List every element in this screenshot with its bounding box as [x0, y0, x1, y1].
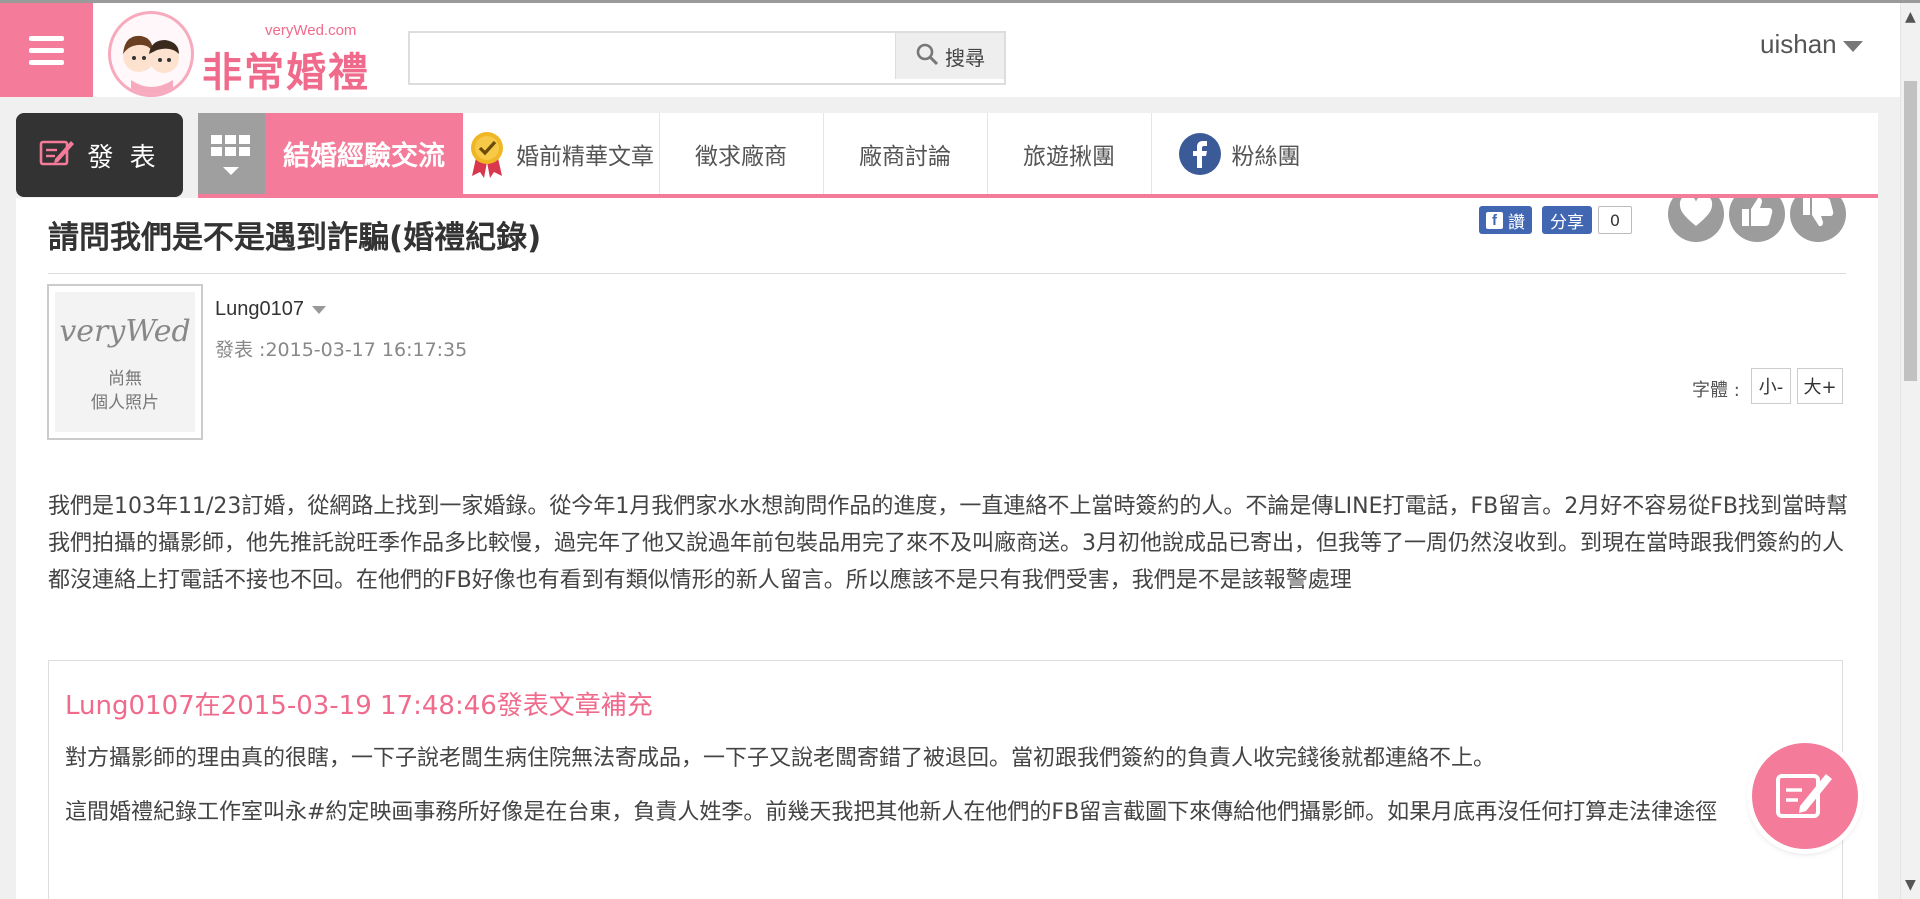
chevron-down-icon: [311, 305, 326, 314]
avatar-placeholder-text: 尚無 個人照片: [55, 367, 195, 415]
author-name: Lung0107: [215, 298, 304, 320]
thumbs-down-icon: [1801, 198, 1835, 233]
avatar-line: 尚無: [108, 369, 142, 389]
search-icon: [915, 42, 939, 71]
scrollbar-thumb[interactable]: [1904, 81, 1917, 381]
scroll-up-arrow-icon[interactable]: ▲: [1905, 9, 1916, 25]
avatar-logo-text: veryWed: [59, 314, 191, 349]
tab-label: 旅遊揪團: [1023, 143, 1115, 170]
new-post-button[interactable]: 發 表: [16, 113, 183, 197]
facebook-like-label: 讚: [1508, 212, 1525, 233]
post-body: 我們是103年11/23訂婚，從網路上找到一家婚錄。從今年1月我們家水水想詢問作…: [48, 494, 1848, 593]
avatar-line: 個人照片: [91, 393, 159, 413]
logo-domain-text: veryWed.com: [265, 22, 357, 39]
chevron-down-icon: [1842, 40, 1863, 52]
font-larger-button[interactable]: 大+: [1797, 368, 1843, 404]
heart-icon: [1678, 198, 1714, 232]
page-scrollbar[interactable]: ▲ ▼: [1900, 3, 1920, 899]
tab-label: 粉絲團: [1231, 143, 1301, 170]
thumbs-up-icon: [1740, 198, 1774, 233]
tab-featured-articles[interactable]: 婚前精華文章: [463, 113, 660, 194]
tab-fan-page[interactable]: 粉絲團: [1151, 113, 1327, 194]
category-nav: 結婚經驗交流 婚前精華文章 徵求廠商 廠商討論 旅遊揪團 粉絲團: [198, 113, 1878, 197]
search-input[interactable]: [410, 33, 910, 79]
facebook-icon: f: [1486, 211, 1503, 229]
search-button[interactable]: 搜尋: [895, 33, 1004, 79]
post-timestamp: 發表 :2015-03-17 16:17:35: [215, 339, 468, 361]
category-grid-button[interactable]: [198, 113, 265, 194]
site-header: veryWed.com 非常婚禮 搜尋 uishan: [0, 3, 1900, 97]
font-size-label: 字體 :: [1692, 380, 1740, 401]
title-divider: [48, 273, 1846, 274]
menu-hamburger-button[interactable]: [0, 3, 93, 97]
logo-title-text: 非常婚禮: [202, 50, 370, 96]
new-post-label: 發 表: [87, 142, 160, 173]
font-smaller-button[interactable]: 小-: [1751, 368, 1791, 404]
search-box: 搜尋: [408, 31, 1006, 85]
grid-icon: [211, 135, 250, 156]
compose-icon: [1774, 766, 1836, 826]
medal-icon: [468, 130, 506, 178]
search-button-label: 搜尋: [945, 45, 985, 70]
avatar-placeholder: veryWed 尚無 個人照片: [55, 292, 195, 432]
tab-seeking-vendors[interactable]: 徵求廠商: [659, 113, 824, 194]
facebook-share-button[interactable]: 分享: [1542, 206, 1592, 234]
thumbs-up-button[interactable]: [1729, 198, 1785, 242]
floating-compose-button[interactable]: [1752, 743, 1858, 849]
post-title: 請問我們是不是遇到詐騙(婚禮紀錄): [48, 220, 542, 256]
tab-vendor-discussion[interactable]: 廠商討論: [823, 113, 988, 194]
tab-label: 廠商討論: [859, 143, 951, 170]
supplement-paragraph: 這間婚禮紀錄工作室叫永#約定映画事務所好像是在台東，負責人姓李。前幾天我把其他新…: [65, 800, 1718, 825]
author-avatar[interactable]: veryWed 尚無 個人照片: [47, 284, 203, 440]
tab-wedding-experience[interactable]: 結婚經驗交流: [265, 113, 463, 194]
scroll-down-arrow-icon[interactable]: ▼: [1905, 877, 1916, 893]
tab-label: 婚前精華文章: [516, 143, 654, 170]
facebook-like-button[interactable]: f 讚: [1479, 206, 1532, 234]
tab-label: 徵求廠商: [695, 143, 787, 170]
facebook-share-label: 分享: [1550, 212, 1584, 233]
chevron-down-icon: [223, 167, 239, 175]
facebook-icon: [1178, 132, 1222, 176]
menu-icon-bar: [29, 59, 64, 65]
post-content: 請問我們是不是遇到詐騙(婚禮紀錄) f 讚 分享 0 veryWed 尚無 個人…: [16, 198, 1878, 899]
facebook-share-count: 0: [1598, 206, 1632, 234]
user-menu[interactable]: uishan: [1760, 29, 1863, 60]
site-logo[interactable]: veryWed.com 非常婚禮: [105, 8, 375, 97]
supplement-paragraph: 對方攝影師的理由真的很瞎，一下子說老闆生病住院無法寄成品，一下子又說老闆寄錯了被…: [65, 746, 1496, 771]
menu-icon-bar: [29, 47, 64, 53]
supplement-heading: Lung0107在2015-03-19 17:48:46發表文章補充: [65, 691, 653, 721]
menu-icon-bar: [29, 35, 64, 41]
favorite-button[interactable]: [1668, 198, 1724, 242]
author-name-menu[interactable]: Lung0107: [215, 298, 326, 321]
tab-label: 結婚經驗交流: [283, 141, 445, 172]
thumbs-down-button[interactable]: [1790, 198, 1846, 242]
edit-icon: [39, 137, 75, 174]
logo-couple-icon: [108, 11, 194, 97]
tab-travel-groups[interactable]: 旅遊揪團: [987, 113, 1152, 194]
post-supplement: Lung0107在2015-03-19 17:48:46發表文章補充 對方攝影師…: [48, 660, 1843, 899]
username: uishan: [1760, 29, 1837, 59]
